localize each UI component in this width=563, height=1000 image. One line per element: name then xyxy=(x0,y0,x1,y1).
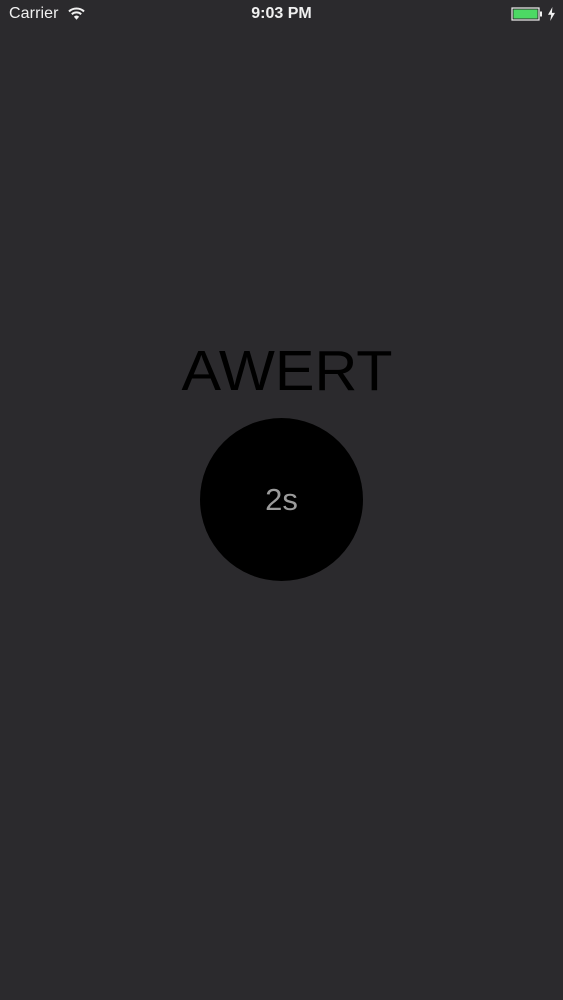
clock-time: 9:03 PM xyxy=(251,5,312,22)
app-logo: AWERT xyxy=(182,339,393,393)
charging-bolt-icon xyxy=(548,7,555,21)
countdown-timer-button[interactable]: 2s xyxy=(200,418,363,581)
battery-icon xyxy=(511,7,542,21)
status-bar: Carrier 9:03 PM xyxy=(0,0,563,30)
logo-text: AWERT xyxy=(182,339,393,393)
countdown-label: 2s xyxy=(265,481,298,517)
